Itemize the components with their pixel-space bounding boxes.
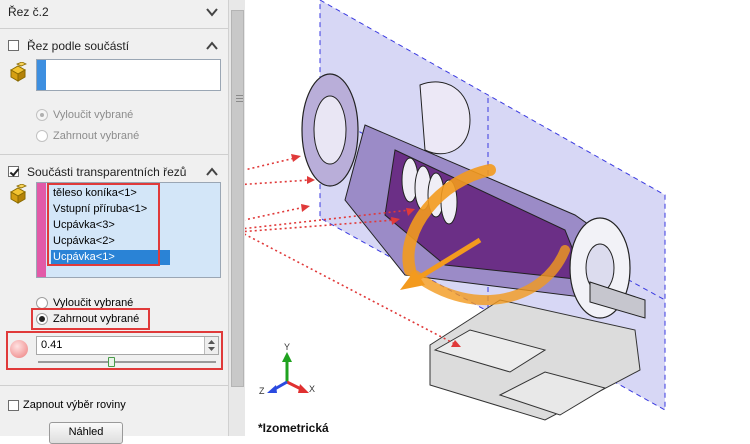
triad-x-label: X xyxy=(309,384,316,394)
scrollbar-thumb[interactable] xyxy=(231,10,244,387)
chevron-down-icon[interactable] xyxy=(205,5,219,19)
section-rez-podle-label: Řez podle součástí xyxy=(27,39,130,53)
graphics-viewport[interactable]: Y X Z xyxy=(245,0,750,436)
rez-podle-include-radio[interactable] xyxy=(36,130,48,142)
transparent-parts-list[interactable]: těleso koníka<1> Vstupní příruba<1> Ucpá… xyxy=(36,182,221,278)
transparency-value-input[interactable]: 0.41 xyxy=(36,336,219,355)
parts-list-items: těleso koníka<1> Vstupní příruba<1> Ucpá… xyxy=(49,186,175,272)
slider-thumb[interactable] xyxy=(107,357,115,367)
spinner-arrows-icon[interactable] xyxy=(205,337,218,354)
list-item-selected[interactable]: Ucpávka<1> xyxy=(51,250,170,265)
part-cube-icon xyxy=(9,62,27,82)
divider xyxy=(0,385,228,386)
transparent-checkbox[interactable] xyxy=(8,166,19,177)
spinner[interactable] xyxy=(204,337,218,354)
axis-triad xyxy=(267,352,309,393)
transparent-exclude-radio[interactable] xyxy=(36,297,48,309)
slider-track xyxy=(38,361,216,363)
section-transparent-header: Součásti transparentních řezů xyxy=(0,162,228,184)
preview-button[interactable]: Náhled xyxy=(49,422,123,444)
transparency-slider[interactable] xyxy=(36,357,219,367)
transparent-exclude-label: Vyloučit vybrané xyxy=(53,297,134,309)
part-cube-icon xyxy=(9,184,27,204)
rez-podle-checkbox[interactable] xyxy=(8,40,19,51)
grip-line xyxy=(236,101,243,102)
list-item[interactable]: těleso koníka<1> xyxy=(51,186,170,201)
section-rez2-header[interactable]: Řez č.2 xyxy=(0,2,228,24)
plane-select-checkbox[interactable] xyxy=(8,400,19,411)
rez-podle-include-label: Zahrnout vybrané xyxy=(53,130,140,142)
chevron-up-icon[interactable] xyxy=(205,165,219,179)
selection-color-bar xyxy=(37,60,46,90)
list-item[interactable]: Ucpávka<2> xyxy=(51,234,170,249)
grip-line xyxy=(236,95,243,96)
list-item[interactable]: Vstupní příruba<1> xyxy=(51,202,170,217)
triad-y-label: Y xyxy=(284,342,291,352)
transparent-color-bar xyxy=(37,183,46,277)
transparent-include-radio[interactable] xyxy=(36,313,48,325)
model-view xyxy=(245,0,666,421)
panel-scrollbar[interactable] xyxy=(228,0,245,436)
section-transparent-label: Součásti transparentních řezů xyxy=(27,165,187,179)
section-rez2-label: Řez č.2 xyxy=(8,5,49,19)
view-orientation-label: *Izometrická xyxy=(258,421,329,435)
triad-z-label: Z xyxy=(259,386,265,396)
plane-select-label: Zapnout výběr roviny xyxy=(23,399,126,411)
chevron-up-icon[interactable] xyxy=(205,39,219,53)
grip-line xyxy=(236,98,243,99)
rez-podle-exclude-label: Vyloučit vybrané xyxy=(53,109,134,121)
transparent-include-label: Zahrnout vybrané xyxy=(53,313,140,325)
property-manager-panel: Řez č.2 Řez podle součástí Vyloučit vybr… xyxy=(0,0,228,444)
divider xyxy=(0,154,228,155)
input-flange-inner xyxy=(313,95,347,165)
section-rez-podle-header: Řez podle součástí xyxy=(0,36,228,58)
transparency-value: 0.41 xyxy=(41,339,63,351)
divider xyxy=(0,28,228,29)
rez-podle-parts-list[interactable] xyxy=(36,59,221,91)
transparency-sphere-icon xyxy=(10,340,28,358)
list-item[interactable]: Ucpávka<3> xyxy=(51,218,170,233)
rez-podle-exclude-radio[interactable] xyxy=(36,109,48,121)
